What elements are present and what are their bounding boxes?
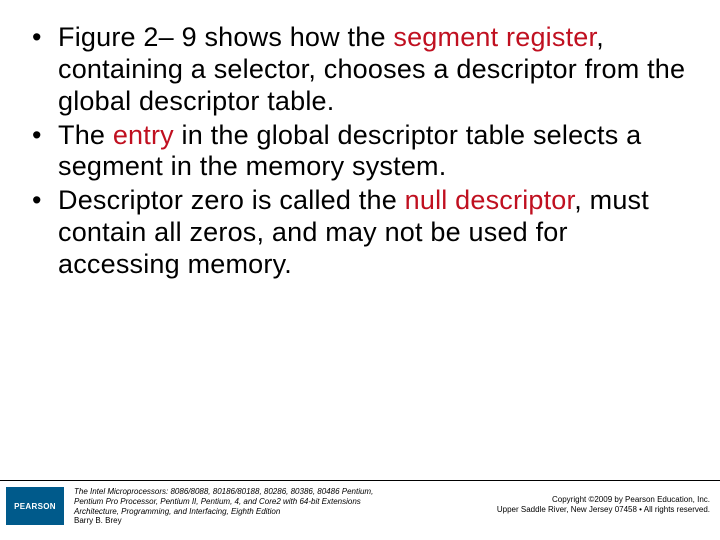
book-title-line: The Intel Microprocessors: 8086/8088, 80… bbox=[74, 487, 470, 497]
book-info: The Intel Microprocessors: 8086/8088, 80… bbox=[74, 485, 470, 526]
pearson-logo: PEARSON bbox=[6, 487, 64, 525]
slide: Figure 2– 9 shows how the segment regist… bbox=[0, 0, 720, 540]
list-item: Figure 2– 9 shows how the segment regist… bbox=[30, 22, 690, 118]
content-area: Figure 2– 9 shows how the segment regist… bbox=[0, 0, 720, 480]
book-title-line: Pentium Pro Processor, Pentium II, Penti… bbox=[74, 497, 470, 507]
bullet-highlight: segment register bbox=[393, 22, 596, 52]
book-title-line: Architecture, Programming, and Interfaci… bbox=[74, 507, 470, 517]
bullet-highlight: null descriptor bbox=[405, 185, 575, 215]
bullet-list: Figure 2– 9 shows how the segment regist… bbox=[30, 22, 690, 281]
bullet-text-pre: The bbox=[58, 120, 113, 150]
list-item: Descriptor zero is called the null descr… bbox=[30, 185, 690, 281]
bullet-text-pre: Figure 2– 9 shows how the bbox=[58, 22, 393, 52]
book-author: Barry B. Brey bbox=[74, 516, 470, 526]
copyright-line: Copyright ©2009 by Pearson Education, In… bbox=[480, 495, 710, 505]
copyright: Copyright ©2009 by Pearson Education, In… bbox=[480, 485, 710, 515]
bullet-text-pre: Descriptor zero is called the bbox=[58, 185, 405, 215]
footer: PEARSON The Intel Microprocessors: 8086/… bbox=[0, 480, 720, 540]
bullet-highlight: entry bbox=[113, 120, 174, 150]
list-item: The entry in the global descriptor table… bbox=[30, 120, 690, 184]
copyright-line: Upper Saddle River, New Jersey 07458 • A… bbox=[480, 505, 710, 515]
